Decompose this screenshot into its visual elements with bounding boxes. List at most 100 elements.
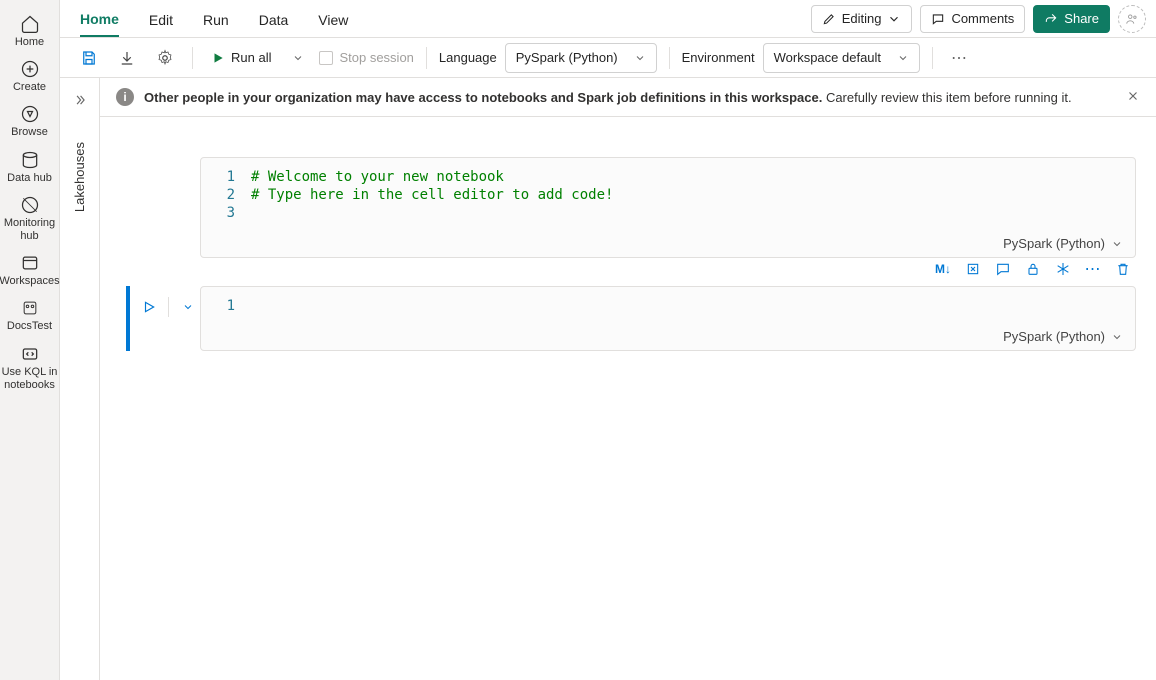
- checkbox-icon: [319, 51, 333, 65]
- cell-action-button[interactable]: [960, 256, 986, 282]
- lock-icon: [1025, 261, 1041, 277]
- nav-home[interactable]: Home: [2, 8, 58, 51]
- nav-monitoring-label: Monitoring hub: [2, 217, 58, 243]
- toolbar-more[interactable]: ⋯: [945, 48, 974, 68]
- code-line: # Type here in the cell editor to add co…: [251, 186, 1123, 204]
- workspaces-icon: [20, 253, 40, 273]
- comments-button[interactable]: Comments: [920, 5, 1025, 33]
- monitoring-icon: [20, 195, 40, 215]
- nav-kql-label: Use KQL in notebooks: [2, 366, 58, 392]
- cell-run-controls: [136, 294, 201, 320]
- info-close-button[interactable]: [1126, 89, 1140, 106]
- editing-mode-button[interactable]: Editing: [811, 5, 913, 33]
- cell-wrap: M↓ ⋯: [200, 286, 1136, 351]
- convert-markdown-button[interactable]: M↓: [930, 256, 956, 282]
- cell-language-label: PySpark (Python): [1003, 236, 1105, 251]
- lakehouses-rail-label[interactable]: Lakehouses: [72, 142, 87, 212]
- plus-circle-icon: [20, 59, 40, 79]
- play-icon: [211, 51, 225, 65]
- download-icon: [118, 49, 136, 67]
- delete-cell-button[interactable]: [1110, 256, 1136, 282]
- tab-run[interactable]: Run: [203, 2, 229, 36]
- share-button[interactable]: Share: [1033, 5, 1110, 33]
- comments-label: Comments: [951, 11, 1014, 26]
- info-bold: Other people in your organization may ha…: [144, 90, 822, 105]
- comment-icon: [995, 261, 1011, 277]
- chevron-down-icon: [887, 12, 901, 26]
- line-number: 3: [201, 204, 235, 222]
- nav-docstest-label: DocsTest: [7, 320, 52, 333]
- close-icon: [1126, 89, 1140, 103]
- gear-icon: [156, 49, 174, 67]
- freeze-cell-button[interactable]: [1050, 256, 1076, 282]
- tab-edit[interactable]: Edit: [149, 2, 173, 36]
- nav-browse-label: Browse: [11, 126, 48, 139]
- notebook-area: i Other people in your organization may …: [100, 78, 1156, 680]
- chevron-down-icon: [1111, 331, 1123, 343]
- nav-create[interactable]: Create: [2, 53, 58, 96]
- ribbon-tabs: Home Edit Run Data View Editing Comments…: [60, 0, 1156, 38]
- cell-toolbar: M↓ ⋯: [930, 256, 1136, 282]
- nav-datahub-label: Data hub: [7, 172, 52, 185]
- line-gutter: 1: [201, 297, 251, 315]
- lock-cell-button[interactable]: [1020, 256, 1046, 282]
- cell-language-selector[interactable]: PySpark (Python): [201, 232, 1135, 257]
- save-button[interactable]: [74, 43, 104, 73]
- settings-button[interactable]: [150, 43, 180, 73]
- nav-browse[interactable]: Browse: [2, 98, 58, 141]
- run-all-dropdown[interactable]: [285, 45, 311, 71]
- toolbar: Run all Stop session Language PySpark (P…: [60, 38, 1156, 78]
- expand-icon: [965, 261, 981, 277]
- environment-label: Environment: [682, 50, 755, 65]
- snowflake-icon: [1055, 261, 1071, 277]
- app-nav-sidebar: Home Create Browse Data hub Monitoring h…: [0, 0, 60, 680]
- nav-monitoring[interactable]: Monitoring hub: [2, 189, 58, 245]
- nav-docstest[interactable]: DocsTest: [2, 292, 58, 335]
- code-lines[interactable]: [251, 297, 1123, 315]
- chevron-down-icon: [1111, 238, 1123, 250]
- nav-datahub[interactable]: Data hub: [2, 144, 58, 187]
- nav-workspaces[interactable]: Workspaces: [2, 247, 58, 290]
- save-icon: [80, 49, 98, 67]
- cell-comment-button[interactable]: [990, 256, 1016, 282]
- language-label: Language: [439, 50, 497, 65]
- cell-language-label: PySpark (Python): [1003, 329, 1105, 344]
- line-number: 1: [201, 168, 235, 186]
- home-icon: [20, 14, 40, 34]
- expand-panel-button[interactable]: [68, 88, 92, 112]
- code-line: [251, 204, 1123, 222]
- workspace-item-icon: [20, 298, 40, 318]
- environment-value: Workspace default: [774, 50, 881, 65]
- download-button[interactable]: [112, 43, 142, 73]
- code-area[interactable]: 1: [201, 287, 1135, 325]
- nav-kql[interactable]: Use KQL in notebooks: [2, 338, 58, 394]
- tab-home[interactable]: Home: [80, 1, 119, 37]
- stop-session-button[interactable]: Stop session: [319, 50, 413, 65]
- database-icon: [20, 150, 40, 170]
- run-cell-menu[interactable]: [175, 294, 201, 320]
- side-rail: Lakehouses: [60, 78, 100, 680]
- trash-icon: [1115, 261, 1131, 277]
- environment-dropdown[interactable]: Workspace default: [763, 43, 920, 73]
- run-all-button[interactable]: Run all: [205, 50, 277, 65]
- cell-language-selector[interactable]: PySpark (Python): [201, 325, 1135, 350]
- code-area[interactable]: 1 2 3 # Welcome to your new notebook # T…: [201, 158, 1135, 232]
- person-icon: [1125, 12, 1139, 26]
- tab-data[interactable]: Data: [259, 2, 289, 36]
- presence-avatar[interactable]: [1118, 5, 1146, 33]
- pencil-icon: [822, 12, 836, 26]
- share-icon: [1044, 12, 1058, 26]
- language-dropdown[interactable]: PySpark (Python): [505, 43, 657, 73]
- code-cell[interactable]: 1 PySpark (Python): [200, 286, 1136, 351]
- main-area: Home Edit Run Data View Editing Comments…: [60, 0, 1156, 680]
- nav-create-label: Create: [13, 81, 46, 94]
- code-line: [251, 297, 1123, 315]
- play-outline-icon: [142, 300, 156, 314]
- run-cell-button[interactable]: [136, 294, 162, 320]
- info-bar: i Other people in your organization may …: [100, 78, 1156, 117]
- code-box-icon: [20, 344, 40, 364]
- tab-view[interactable]: View: [318, 2, 348, 36]
- cell-more-button[interactable]: ⋯: [1080, 256, 1106, 282]
- code-cell[interactable]: 1 2 3 # Welcome to your new notebook # T…: [200, 157, 1136, 258]
- code-lines[interactable]: # Welcome to your new notebook # Type he…: [251, 168, 1123, 222]
